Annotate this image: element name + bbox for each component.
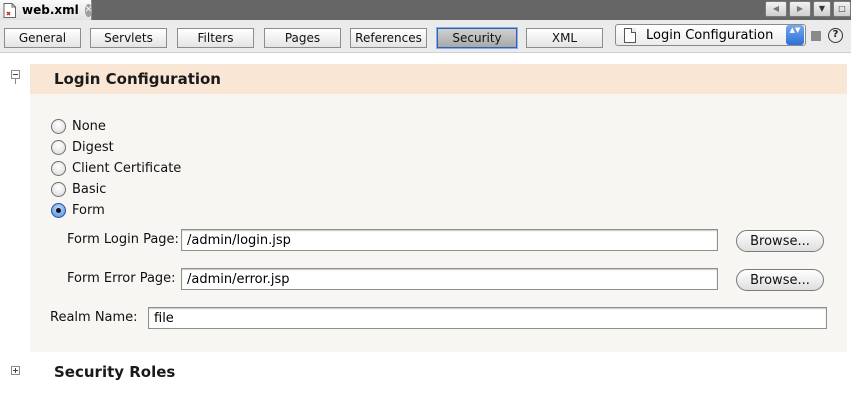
realm-name-input[interactable]: file [148, 307, 827, 329]
radio-label: Form [72, 202, 105, 218]
section-navigator-combo[interactable]: Login Configuration ▲▼ [615, 24, 806, 46]
auth-method-client-certificate[interactable]: Client Certificate [51, 159, 181, 177]
document-icon [624, 27, 636, 43]
tab-controls: ◀ ▶ ▼ □ [765, 1, 851, 17]
form-error-page-label: Form Error Page: [67, 271, 176, 286]
radio-client-certificate[interactable] [51, 160, 66, 176]
tab-list-dropdown-icon[interactable]: ▼ [813, 1, 831, 17]
editor-tab-web-xml[interactable]: web.xml ✕ [0, 0, 93, 20]
login-configuration-title: Login Configuration [54, 70, 221, 88]
editor-tab-label: web.xml [22, 3, 79, 17]
scroll-right-icon[interactable]: ▶ [789, 1, 811, 17]
view-toolbar: General Servlets Filters Pages Reference… [0, 20, 851, 53]
view-button-servlets[interactable]: Servlets [90, 28, 167, 48]
view-button-general[interactable]: General [4, 28, 81, 48]
radio-none[interactable] [51, 118, 66, 134]
editor-tab-bar: web.xml ✕ ◀ ▶ ▼ □ [0, 0, 851, 20]
help-icon[interactable]: ? [828, 28, 843, 43]
tree-line [15, 79, 16, 84]
security-roles-title[interactable]: Security Roles [54, 363, 175, 381]
form-login-page-input[interactable]: /admin/login.jsp [181, 229, 718, 251]
collapse-login-configuration-icon[interactable] [11, 70, 20, 79]
radio-label: Digest [72, 139, 114, 155]
auth-method-form[interactable]: Form [51, 201, 105, 219]
auth-method-digest[interactable]: Digest [51, 138, 114, 156]
view-button-pages[interactable]: Pages [264, 28, 341, 48]
scroll-left-icon[interactable]: ◀ [765, 1, 787, 17]
form-error-page-input[interactable]: /admin/error.jsp [181, 268, 718, 290]
view-button-security[interactable]: Security [437, 28, 517, 48]
form-error-page-browse-button[interactable]: Browse... [736, 269, 824, 291]
maximize-icon[interactable]: □ [833, 1, 851, 17]
view-button-xml[interactable]: XML [526, 28, 603, 48]
form-login-page-label: Form Login Page: [67, 232, 179, 247]
section-navigator-label: Login Configuration [646, 27, 774, 43]
view-button-filters[interactable]: Filters [177, 28, 254, 48]
radio-label: Basic [72, 181, 107, 197]
view-button-references[interactable]: References [350, 28, 427, 48]
radio-form[interactable] [51, 202, 66, 218]
xml-file-icon [3, 2, 17, 18]
close-icon[interactable]: ✕ [84, 3, 93, 17]
stop-icon[interactable] [811, 31, 821, 41]
auth-method-none[interactable]: None [51, 117, 106, 135]
radio-basic[interactable] [51, 181, 66, 197]
form-login-page-browse-button[interactable]: Browse... [736, 230, 824, 252]
radio-digest[interactable] [51, 139, 66, 155]
combo-arrows-icon[interactable]: ▲▼ [786, 25, 804, 45]
expand-security-roles-icon[interactable] [11, 366, 20, 375]
radio-label: Client Certificate [72, 160, 182, 176]
realm-name-label: Realm Name: [50, 310, 138, 325]
radio-label: None [72, 118, 106, 134]
auth-method-basic[interactable]: Basic [51, 180, 106, 198]
